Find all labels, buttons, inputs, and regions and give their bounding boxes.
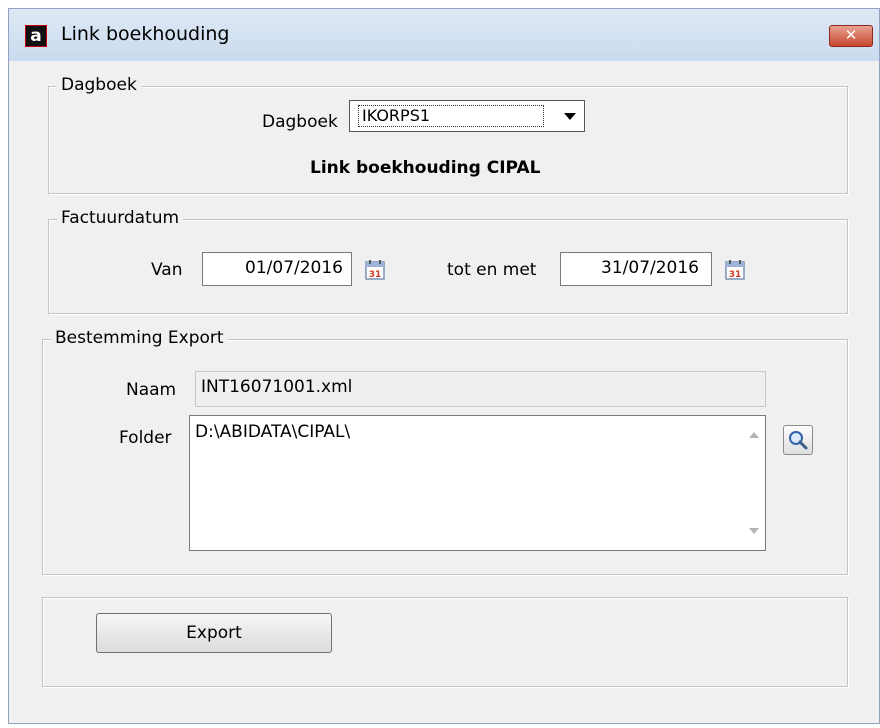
scroll-down-icon[interactable] — [749, 528, 759, 534]
tot-date-input[interactable]: 31/07/2016 — [560, 252, 712, 286]
dagboek-label: Dagboek — [262, 112, 338, 132]
tot-en-met-label: tot en met — [447, 260, 537, 280]
close-button[interactable]: ✕ — [829, 25, 873, 47]
close-icon: ✕ — [844, 26, 858, 44]
dropdown-arrow-icon — [564, 113, 576, 120]
folder-value: D:\ABIDATA\CIPAL\ — [195, 422, 351, 442]
window-title: Link boekhouding — [61, 23, 230, 45]
search-icon — [789, 431, 808, 450]
dagboek-description: Link boekhouding CIPAL — [310, 158, 541, 178]
folder-textarea[interactable]: D:\ABIDATA\CIPAL\ — [189, 415, 766, 551]
app-logo-icon: a — [25, 25, 47, 47]
van-date-input[interactable]: 01/07/2016 — [202, 252, 352, 286]
dagboek-dropdown[interactable]: IKORPS1 — [349, 100, 585, 132]
dagboek-selected-value: IKORPS1 — [358, 105, 544, 127]
van-calendar-day: 31 — [369, 270, 382, 280]
factuurdatum-group-legend: Factuurdatum — [57, 207, 184, 229]
export-button[interactable]: Export — [96, 613, 332, 653]
browse-folder-button[interactable] — [783, 425, 813, 455]
dagboek-group-legend: Dagboek — [57, 74, 141, 96]
folder-label: Folder — [119, 428, 172, 448]
tot-calendar-day: 31 — [729, 270, 742, 280]
scroll-up-icon[interactable] — [749, 432, 759, 438]
folder-scrollbar[interactable] — [743, 416, 765, 550]
van-label: Van — [151, 260, 183, 280]
tot-calendar-icon[interactable]: 31 — [724, 259, 746, 281]
bestemming-group-legend: Bestemming Export — [51, 327, 228, 349]
title-bar[interactable]: a Link boekhouding ✕ — [9, 9, 879, 61]
van-calendar-icon[interactable]: 31 — [364, 259, 386, 281]
naam-label: Naam — [126, 380, 177, 400]
naam-field[interactable]: INT16071001.xml — [195, 371, 766, 407]
